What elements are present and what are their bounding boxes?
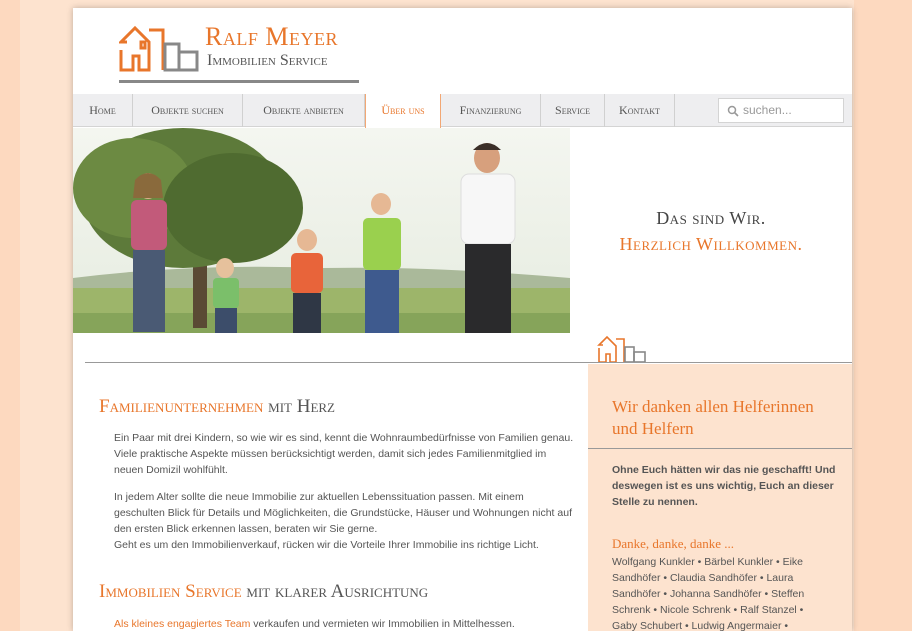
hero-welcome: Das sind Wir. Herzlich Willkommen. <box>570 128 852 333</box>
nav-item-service[interactable]: Service <box>541 94 605 127</box>
paragraph: Als kleines engagiertes Team verkaufen u… <box>114 616 574 631</box>
section-title-rest: mit klarer Ausrichtung <box>246 581 429 602</box>
sidebar-title: Wir danken allen Helferinnen und Helfern <box>612 397 814 438</box>
nav-item-finanzierung[interactable]: Finanzierung <box>441 94 541 127</box>
family-photo <box>73 128 570 333</box>
section-title-accent: Familienunternehmen <box>99 396 264 417</box>
house-logo-icon <box>119 25 199 72</box>
brand-name: Ralf Meyer <box>205 22 338 51</box>
hero-line-2: Herzlich Willkommen. <box>619 234 803 254</box>
thanks-sidebar: Wir danken allen Helferinnen und Helfern… <box>588 364 852 631</box>
main-content: Familienunternehmen mit Herz Ein Paar mi… <box>73 364 588 631</box>
team-link[interactable]: Als kleines engagiertes Team <box>114 618 250 630</box>
page-margin-right <box>854 0 912 631</box>
sidebar-intro: Ohne Euch hätten wir das nie geschafft! … <box>612 464 836 508</box>
main-navigation: Home Objekte suchen Objekte anbieten Übe… <box>73 94 852 128</box>
nav-item-objekte-anbieten[interactable]: Objekte anbieten <box>243 94 365 127</box>
logo-underline <box>119 80 359 83</box>
hero-banner: Das sind Wir. Herzlich Willkommen. <box>73 128 852 333</box>
helper-names: Wolfgang Kunkler • Bärbel Kunkler • Eike… <box>612 556 805 631</box>
paragraph: Ein Paar mit drei Kindern, so wie wir es… <box>114 432 574 476</box>
search-input[interactable]: suchen... <box>718 98 844 123</box>
section-divider <box>85 362 852 363</box>
paragraph: Geht es um den Immobilienverkauf, rücken… <box>114 539 539 551</box>
page-container: Ralf Meyer Immobilien Service Home Objek… <box>73 8 852 631</box>
paragraph-text: verkaufen und vermieten wir Immobilien i… <box>250 618 515 630</box>
section-title-family: Familienunternehmen mit Herz <box>99 396 335 418</box>
nav-item-ueber-uns[interactable]: Über uns <box>365 94 441 128</box>
nav-item-home[interactable]: Home <box>73 94 133 127</box>
search-placeholder: suchen... <box>743 103 792 117</box>
sidebar-subtitle: Danke, danke, danke ... <box>612 536 735 551</box>
paragraph: In jedem Alter sollte die neue Immobilie… <box>114 491 572 535</box>
brand-subtitle: Immobilien Service <box>207 52 328 69</box>
section-title-accent: Immobilien Service <box>99 581 242 602</box>
section-title-service: Immobilien Service mit klarer Ausrichtun… <box>99 581 428 603</box>
search-icon <box>727 105 739 117</box>
nav-item-objekte-suchen[interactable]: Objekte suchen <box>133 94 243 127</box>
sidebar-divider <box>588 448 852 449</box>
small-house-icon <box>597 335 646 363</box>
nav-item-kontakt[interactable]: Kontakt <box>605 94 675 127</box>
page-margin-left <box>0 0 20 631</box>
hero-line-1: Das sind Wir. <box>656 208 766 228</box>
section-title-rest: mit Herz <box>268 396 335 417</box>
site-header: Ralf Meyer Immobilien Service <box>73 8 852 94</box>
brand-logo[interactable]: Ralf Meyer Immobilien Service <box>119 20 369 83</box>
